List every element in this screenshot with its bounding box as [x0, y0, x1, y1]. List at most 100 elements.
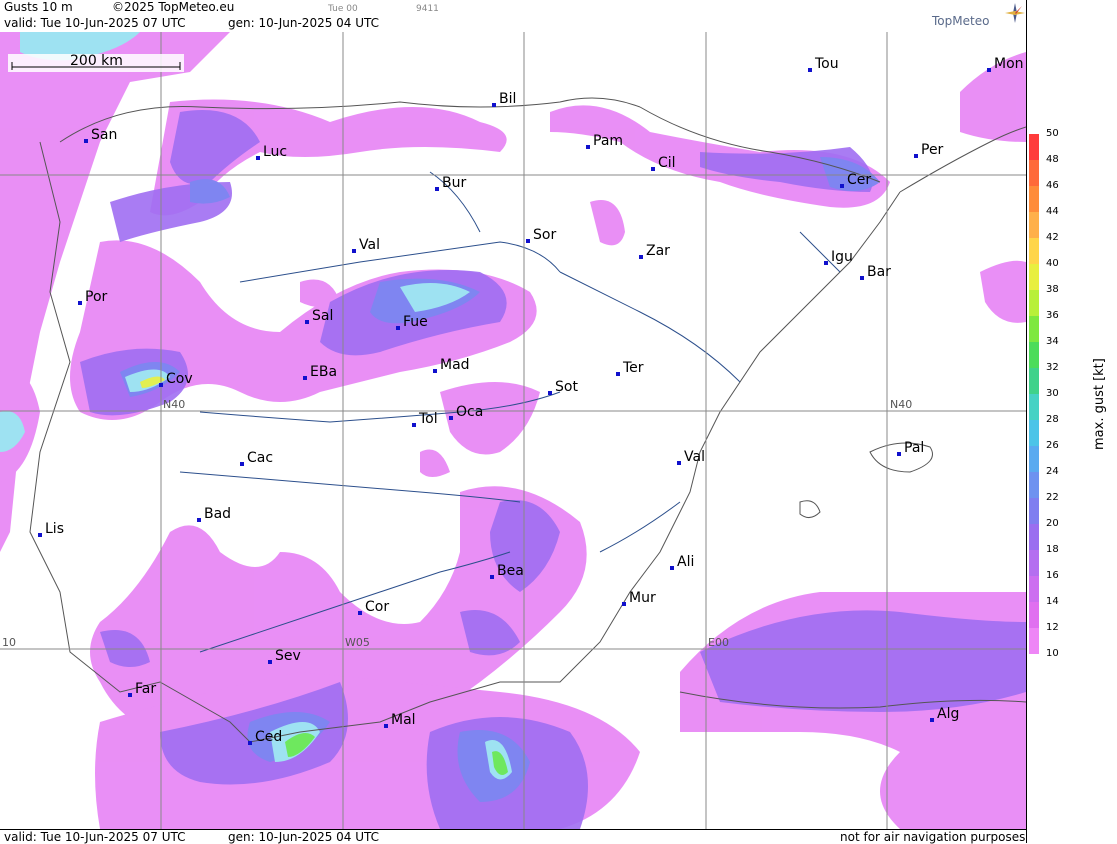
city-label: Mur [629, 590, 656, 606]
city-marker [303, 376, 307, 380]
legend-tick-label: 10 [1046, 648, 1059, 659]
city-label: Pam [593, 133, 623, 149]
grid-label-w05: W05 [345, 636, 370, 649]
city-label: Bea [497, 563, 524, 579]
city-marker [651, 167, 655, 171]
city-marker [435, 187, 439, 191]
legend-tick-label: 46 [1046, 180, 1059, 191]
city-label: Bar [867, 264, 891, 280]
legend-swatch [1029, 290, 1039, 316]
city-label: Alg [937, 706, 959, 722]
city-label: Sot [555, 379, 578, 395]
city-marker [412, 423, 416, 427]
legend-swatch [1029, 394, 1039, 420]
legend-tick-label: 48 [1046, 154, 1059, 165]
compass-logo-icon [1005, 3, 1025, 23]
footer-note: not for air navigation purposes [840, 830, 1026, 844]
grid-label-n40-left: N40 [163, 398, 185, 411]
footer-bar: valid: Tue 10-Jun-2025 07 UTC gen: 10-Ju… [0, 829, 1026, 844]
legend-tick-label: 14 [1046, 596, 1059, 607]
city-marker [490, 575, 494, 579]
city-marker [492, 103, 496, 107]
grid-label-w10: 10 [2, 636, 16, 649]
city-label: Ali [677, 554, 694, 570]
city-label: Sal [312, 308, 333, 324]
city-marker [670, 566, 674, 570]
city-marker [159, 383, 163, 387]
city-marker [639, 255, 643, 259]
footer-generated-time: gen: 10-Jun-2025 04 UTC [228, 830, 380, 844]
grid-label-e00: E00 [708, 636, 729, 649]
generated-time: gen: 10-Jun-2025 04 UTC [228, 16, 380, 30]
city-label: Val [684, 449, 705, 465]
legend-swatch [1029, 550, 1039, 576]
city-label: Mon [994, 56, 1024, 72]
legend-title: max. gust [kt] [1092, 358, 1107, 450]
city-marker [860, 276, 864, 280]
city-label: Mal [391, 712, 416, 728]
valid-time: valid: Tue 10-Jun-2025 07 UTC [4, 16, 186, 30]
city-marker [897, 452, 901, 456]
city-label: Bil [499, 91, 516, 107]
footer-valid-time: valid: Tue 10-Jun-2025 07 UTC [4, 830, 186, 844]
city-label: Val [359, 237, 380, 253]
legend-tick-label: 26 [1046, 440, 1059, 451]
gust-map[interactable]: N40 N40 E00 W05 10 200 km Tou Mon Bil San Pa… [0, 32, 1026, 829]
city-marker [197, 518, 201, 522]
city-label: Ced [255, 729, 282, 745]
city-marker [824, 261, 828, 265]
legend-tick-label: 18 [1046, 544, 1059, 555]
city-marker [616, 372, 620, 376]
city-marker [433, 369, 437, 373]
city-marker [128, 693, 132, 697]
city-marker [240, 462, 244, 466]
city-marker [930, 718, 934, 722]
legend-swatch [1029, 212, 1039, 238]
legend-tick-label: 20 [1046, 518, 1059, 529]
city-marker [840, 184, 844, 188]
legend-swatch [1029, 134, 1039, 160]
city-marker [914, 154, 918, 158]
city-marker [677, 461, 681, 465]
city-label: Por [85, 289, 108, 305]
city-label: Sev [275, 648, 301, 664]
legend-tick-label: 30 [1046, 388, 1059, 399]
brand-name: TopMeteo [932, 14, 990, 28]
city-marker [38, 533, 42, 537]
city-marker [384, 724, 388, 728]
city-marker [256, 156, 260, 160]
legend-tick-label: 12 [1046, 622, 1059, 633]
city-label: Bur [442, 175, 466, 191]
city-label: Mad [440, 357, 470, 373]
legend-swatch [1029, 472, 1039, 498]
legend-tick-label: 22 [1046, 492, 1059, 503]
city-label: EBa [310, 364, 337, 380]
run-label: Tue 00 [328, 4, 358, 14]
city-label: Luc [263, 144, 287, 160]
legend-swatch [1029, 628, 1039, 654]
legend-tick-label: 36 [1046, 310, 1059, 321]
city-marker [808, 68, 812, 72]
city-marker [396, 326, 400, 330]
grid-label-n40-right: N40 [890, 398, 912, 411]
city-label: Zar [646, 243, 670, 259]
legend-swatch [1029, 368, 1039, 394]
legend-tick-label: 32 [1046, 362, 1059, 373]
city-label: Tou [814, 56, 839, 72]
legend-swatch [1029, 264, 1039, 290]
code-label: 9411 [416, 4, 439, 14]
legend-tick-label: 50 [1046, 128, 1059, 139]
city-label: San [91, 127, 117, 143]
city-label: Cac [247, 450, 273, 466]
city-label: Tol [418, 411, 438, 427]
city-marker [586, 145, 590, 149]
city-label: Far [135, 681, 156, 697]
city-marker [622, 602, 626, 606]
legend-swatch [1029, 420, 1039, 446]
legend-tick-label: 16 [1046, 570, 1059, 581]
legend-tick-label: 38 [1046, 284, 1059, 295]
city-label: Per [921, 142, 944, 158]
city-label: Bad [204, 506, 231, 522]
city-marker [305, 320, 309, 324]
city-marker [78, 301, 82, 305]
